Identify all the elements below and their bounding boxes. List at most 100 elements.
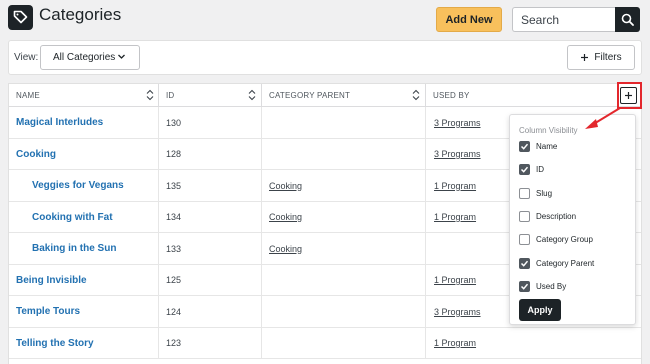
sort-icon — [412, 89, 420, 101]
used-by-link[interactable]: 3 Programs — [434, 296, 481, 327]
column-option[interactable]: Description — [519, 210, 576, 223]
apply-button[interactable]: Apply — [519, 299, 561, 321]
category-id: 135 — [166, 180, 182, 191]
cell-divider — [158, 264, 159, 296]
category-id: 125 — [166, 275, 182, 285]
check-icon — [520, 260, 529, 267]
category-name-link[interactable]: Being Invisible — [16, 265, 87, 296]
cell-divider — [261, 201, 262, 233]
cell-divider — [261, 138, 262, 170]
column-option[interactable]: Category Parent — [519, 257, 594, 270]
checkbox[interactable] — [519, 280, 530, 292]
sort-icon — [248, 89, 256, 101]
category-name-link[interactable]: Cooking — [16, 139, 56, 170]
cell-divider — [425, 264, 426, 296]
column-option-label: Used By — [536, 281, 567, 291]
column-option-label: Category Group — [536, 235, 593, 245]
category-name-link[interactable]: Temple Tours — [16, 296, 80, 327]
cell-divider — [425, 327, 426, 359]
search-box — [512, 7, 640, 32]
tag-logo-icon — [8, 5, 33, 30]
check-icon — [520, 143, 529, 150]
column-option[interactable]: Slug — [519, 187, 552, 200]
column-option-label: Category Parent — [536, 258, 595, 268]
category-id: 133 — [166, 243, 182, 254]
category-id: 134 — [166, 212, 182, 222]
checkbox[interactable] — [519, 164, 530, 176]
cell-divider — [425, 296, 426, 327]
cell-divider — [261, 107, 262, 138]
checkbox[interactable] — [519, 141, 530, 152]
plus-icon — [625, 92, 632, 99]
category-parent-link[interactable]: Cooking — [269, 202, 302, 233]
column-option[interactable]: ID — [519, 163, 544, 176]
column-divider — [261, 84, 262, 107]
cell-divider — [158, 233, 159, 264]
cell-divider — [261, 233, 262, 264]
page-header: Categories Add New — [0, 0, 650, 38]
category-name-link[interactable]: Baking in the Sun — [32, 233, 116, 264]
category-id: 128 — [166, 149, 182, 159]
table-header: NAME ID CATEGORY PARENT USED BY — [9, 84, 641, 107]
column-visibility-button[interactable] — [620, 87, 637, 104]
used-by-link[interactable]: 1 Program — [434, 170, 476, 201]
used-by-link[interactable]: 3 Programs — [434, 139, 481, 170]
category-name-link[interactable]: Veggies for Vegans — [32, 170, 124, 201]
column-option-label: ID — [536, 165, 544, 175]
plus-icon — [581, 54, 589, 61]
column-header-id[interactable]: ID — [166, 84, 258, 107]
category-name-link[interactable]: Telling the Story — [16, 328, 94, 359]
column-header-label: CATEGORY PARENT — [269, 91, 351, 100]
cell-divider — [425, 107, 426, 138]
category-id: 124 — [166, 306, 182, 317]
used-by-link[interactable]: 1 Program — [434, 328, 476, 359]
table-row: Telling the Story 123 1 Program — [9, 327, 641, 359]
page-title: Categories — [39, 5, 122, 24]
view-select-value: All Categories — [53, 52, 116, 63]
view-select[interactable]: All Categories — [40, 45, 140, 70]
category-parent-link[interactable]: Cooking — [269, 170, 302, 201]
checkbox[interactable] — [519, 187, 530, 199]
column-header-label: NAME — [16, 91, 40, 100]
cell-divider — [425, 201, 426, 233]
used-by-link[interactable]: 1 Program — [434, 265, 476, 296]
cell-divider — [261, 296, 262, 327]
cell-divider — [425, 170, 426, 201]
cell-divider — [158, 201, 159, 233]
search-input[interactable] — [512, 7, 615, 32]
used-by-link[interactable]: 1 Program — [434, 202, 476, 233]
add-new-button[interactable]: Add New — [436, 7, 502, 32]
column-visibility-popup: Column Visibility Name ID Slug Description C… — [509, 114, 636, 325]
check-icon — [520, 167, 529, 174]
category-name-link[interactable]: Cooking with Fat — [32, 202, 113, 233]
column-header-category-parent[interactable]: CATEGORY PARENT — [269, 84, 422, 107]
chevron-down-icon — [118, 54, 125, 59]
filters-button[interactable]: Filters — [567, 45, 635, 70]
column-option[interactable]: Name — [519, 140, 557, 153]
column-option-label: Description — [536, 211, 577, 221]
checkbox[interactable] — [519, 234, 530, 246]
cell-divider — [261, 170, 262, 201]
column-option-label: Name — [536, 142, 558, 151]
cell-divider — [261, 264, 262, 296]
cell-divider — [158, 138, 159, 170]
column-option[interactable]: Category Group — [519, 233, 593, 246]
column-header-name[interactable]: NAME — [16, 84, 156, 107]
cell-divider — [158, 107, 159, 138]
checkbox[interactable] — [519, 257, 530, 269]
column-header-used-by[interactable]: USED BY — [433, 84, 553, 107]
sort-icon — [146, 89, 154, 101]
column-option-label: Slug — [536, 188, 553, 198]
category-name-link[interactable]: Magical Interludes — [16, 107, 103, 138]
cell-divider — [158, 170, 159, 201]
column-option[interactable]: Used By — [519, 280, 566, 293]
category-parent-link[interactable]: Cooking — [269, 233, 302, 264]
column-header-label: USED BY — [433, 91, 470, 100]
used-by-link[interactable]: 3 Programs — [434, 107, 481, 138]
search-button[interactable] — [615, 7, 640, 32]
cell-divider — [158, 296, 159, 327]
cell-divider — [425, 233, 426, 264]
category-id: 123 — [166, 338, 182, 348]
checkbox[interactable] — [519, 210, 530, 222]
cell-divider — [425, 138, 426, 170]
